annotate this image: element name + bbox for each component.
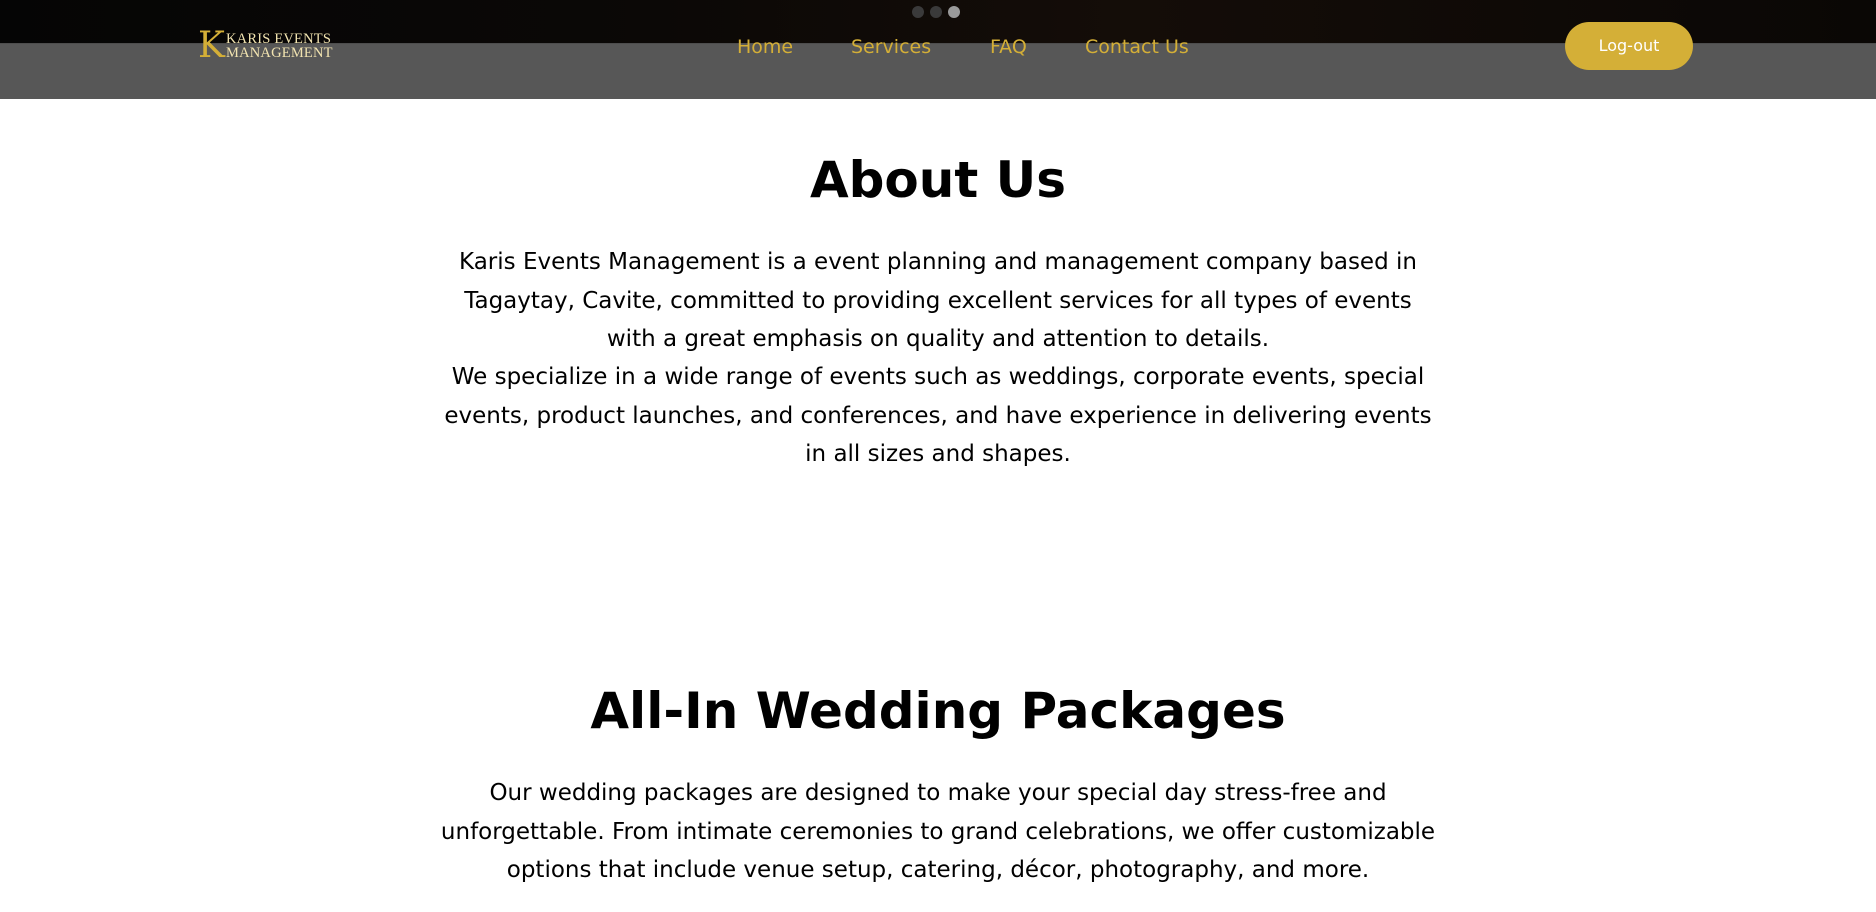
about-title: About Us <box>809 151 1067 209</box>
packages-title: All-In Wedding Packages <box>590 682 1286 740</box>
carousel-dot-1[interactable] <box>912 6 924 18</box>
about-paragraph-1: Karis Events Management is a event plann… <box>459 249 1417 352</box>
nav-home-link[interactable]: Home <box>737 34 793 60</box>
nav-contact-link[interactable]: Contact Us <box>1085 34 1189 60</box>
carousel-dot-2[interactable] <box>930 6 942 18</box>
packages-paragraph: Our wedding packages are designed to mak… <box>440 780 1436 883</box>
nav-services-link[interactable]: Services <box>851 34 931 60</box>
about-paragraph-2: We specialize in a wide range of events … <box>444 364 1432 467</box>
carousel-indicators <box>912 6 960 18</box>
logout-button[interactable]: Log-out <box>1565 22 1693 70</box>
carousel-dot-3[interactable] <box>948 6 960 18</box>
nav-faq-link[interactable]: FAQ <box>990 34 1027 60</box>
